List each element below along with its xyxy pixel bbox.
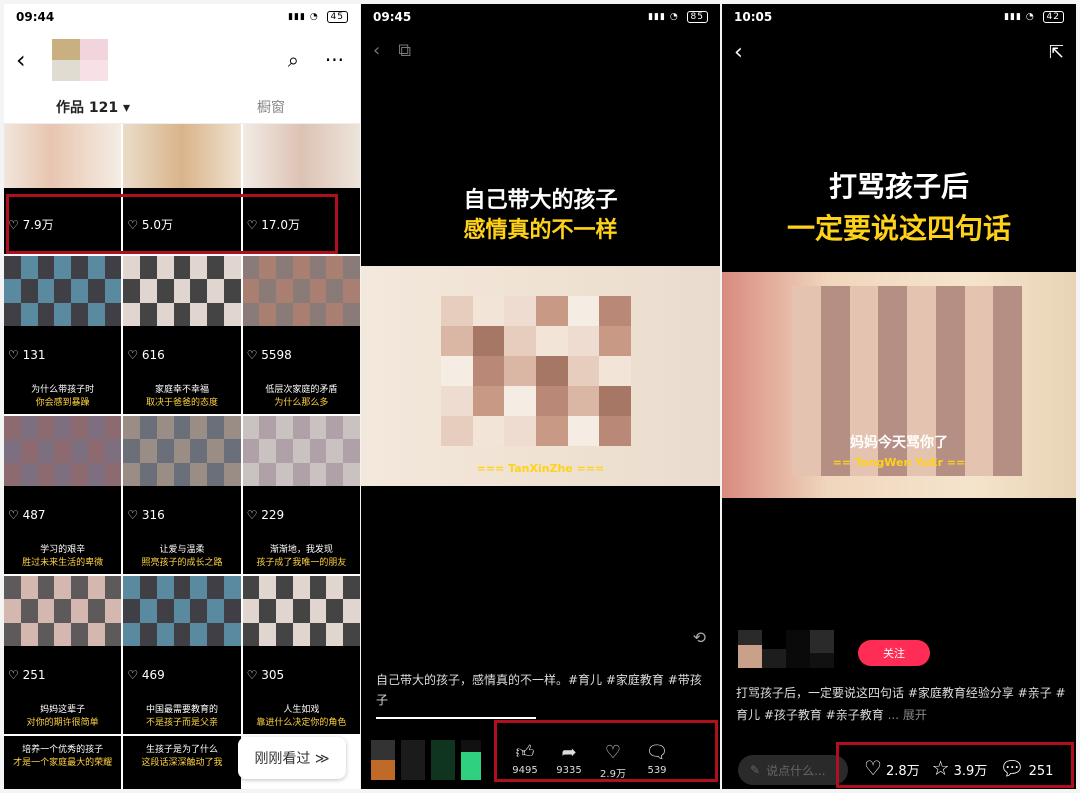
status-bar: 09:45 ▮▮▮ ◔ 85 — [361, 4, 720, 30]
video-tile[interactable]: 培养一个优秀的孩子 才是一个家庭最大的荣耀 — [4, 736, 122, 789]
author-avatar-blur[interactable] — [738, 630, 834, 668]
profile-screen: 09:44 ▮▮▮ ◔ 45 ‹ ⌕ ··· 作品 121 ▾ 橱窗 ♡ 7.9… — [4, 4, 360, 789]
tile-thumbnail — [123, 416, 241, 486]
status-bar: 10:05 ▮▮▮ ◔ 42 — [722, 4, 1076, 30]
tile-like-count: ♡ 487 — [8, 508, 46, 522]
tile-caption: 生孩子是为了什么 这段话深深触动了我 — [141, 745, 223, 768]
more-icon[interactable]: ··· — [325, 48, 344, 72]
video-frame[interactable]: 妈妈今天骂你了 == TongWen YuEr == — [722, 272, 1076, 498]
tile-caption: 让爱与温柔 照亮孩子的成长之路 — [141, 545, 223, 568]
video-headline: 打骂孩子后 一定要说这四句话 — [722, 166, 1076, 250]
tile-like-count: ♡ 229 — [246, 508, 285, 522]
highlight-box — [836, 742, 1074, 788]
status-bar: 09:44 ▮▮▮ ◔ 45 — [4, 4, 360, 30]
screenshot-collage: 09:44 ▮▮▮ ◔ 45 ‹ ⌕ ··· 作品 121 ▾ 橱窗 ♡ 7.9… — [0, 0, 1080, 793]
picture-in-picture-icon[interactable]: ⧉ — [398, 40, 411, 61]
tile-thumbnail — [242, 576, 360, 646]
video-tile[interactable]: ♡ 229 渐渐地，我发现 孩子成了我唯一的朋友 — [242, 416, 360, 574]
tile-caption: 为什么带孩子时 你会感到暴躁 — [31, 385, 95, 408]
tile-thumbnail — [242, 416, 360, 486]
back-arrow-icon[interactable]: ‹ — [16, 46, 46, 74]
tile-thumbnail — [242, 256, 360, 326]
comment-placeholder: 说点什么... — [766, 763, 826, 778]
video-screen-1: 09:45 ▮▮▮ ◔ 85 ‹ ⧉ 自己带大的孩子 感情真的不一样 === T… — [361, 4, 720, 789]
video-tile[interactable]: ♡ 487 学习的艰辛 胜过未来生活的卑微 — [4, 416, 122, 574]
headline-line-2: 一定要说这四句话 — [786, 212, 1011, 245]
back-arrow-icon[interactable]: ‹ — [734, 40, 743, 65]
headline-line-2: 感情真的不一样 — [463, 218, 618, 243]
tile-like-count: ♡ 616 — [127, 348, 165, 362]
video-tile[interactable]: ♡ 616 家庭幸不幸福 取决于爸爸的态度 — [123, 256, 241, 414]
tile-caption: 中国最需要教育的 不是孩子而是父亲 — [145, 705, 218, 728]
expand-link[interactable]: ... 展开 — [888, 708, 927, 722]
video-description: 打骂孩子后，一定要说这四句话 #家庭教育经验分享 #亲子 #育儿 #孩子教育 #… — [736, 682, 1066, 726]
status-time: 09:44 — [16, 10, 55, 24]
tile-like-count: ♡ 131 — [8, 348, 46, 362]
video-subtitle: 妈妈今天骂你了 — [850, 435, 948, 451]
tile-caption: 妈妈这辈子 对你的期许很简单 — [26, 705, 99, 728]
headline-line-1: 打骂孩子后 — [828, 170, 969, 203]
tile-thumbnail — [242, 124, 360, 188]
tile-thumbnail — [4, 576, 122, 646]
tile-like-count: ♡ 251 — [8, 668, 46, 682]
follow-button[interactable]: 关注 — [858, 640, 930, 666]
status-icons: ▮▮▮ ◔ 45 — [288, 11, 348, 23]
tile-like-count: ♡ 5598 — [246, 348, 292, 362]
tile-caption: 培养一个优秀的孩子 才是一个家庭最大的荣耀 — [13, 745, 113, 768]
tile-thumbnail — [123, 576, 241, 646]
video-tile[interactable]: ♡ 305 人生如戏 靠进什么决定你的角色 — [242, 576, 360, 734]
status-time: 09:45 — [373, 10, 412, 24]
tab-works[interactable]: 作品 121 ▾ — [4, 97, 182, 117]
progress-bar[interactable] — [376, 717, 536, 719]
profile-header: ‹ ⌕ ··· — [4, 30, 360, 90]
tile-thumbnail — [4, 256, 122, 326]
back-arrow-icon[interactable]: ‹ — [373, 40, 380, 61]
tile-thumbnail — [123, 124, 241, 188]
video-tile[interactable]: ♡ 251 妈妈这辈子 对你的期许很简单 — [4, 576, 122, 734]
comment-input[interactable]: ✎ 说点什么... — [738, 755, 848, 785]
avatar[interactable] — [52, 39, 108, 81]
tile-caption: 低层次家庭的矛盾 为什么那么多 — [265, 385, 338, 408]
battery-icon: 42 — [1042, 11, 1064, 23]
tab-showcase[interactable]: 橱窗 — [182, 97, 360, 117]
video-screen-2: 10:05 ▮▮▮ ◔ 42 ‹ ⇱ 打骂孩子后 一定要说这四句话 妈妈今天骂你… — [722, 4, 1076, 789]
tile-thumbnail — [4, 416, 122, 486]
video-watermark: == TongWen YuEr == — [832, 456, 966, 469]
share-out-icon[interactable]: ⇱ — [1049, 42, 1064, 63]
video-tile[interactable]: ♡ 469 中国最需要教育的 不是孩子而是父亲 — [123, 576, 241, 734]
headline-line-1: 自己带大的孩子 — [463, 188, 618, 213]
highlight-box — [6, 194, 338, 254]
tile-caption: 渐渐地，我发现 孩子成了我唯一的朋友 — [256, 545, 347, 568]
video-tile[interactable]: 生孩子是为了什么 这段话深深触动了我 — [123, 736, 241, 789]
tile-thumbnail — [123, 256, 241, 326]
tile-caption: 人生如戏 靠进什么决定你的角色 — [256, 705, 347, 728]
status-icons: ▮▮▮ ◔ 85 — [648, 11, 708, 23]
tile-caption: 家庭幸不幸福 取决于爸爸的态度 — [145, 385, 218, 408]
tile-caption: 学习的艰辛 胜过未来生活的卑微 — [22, 545, 104, 568]
highlight-box — [494, 720, 718, 782]
recently-viewed-button[interactable]: 刚刚看过 ≫ — [238, 737, 346, 779]
rotate-icon[interactable]: ⟲ — [693, 628, 706, 647]
profile-tabs: 作品 121 ▾ 橱窗 — [4, 90, 360, 124]
pencil-icon: ✎ — [750, 763, 761, 777]
tile-like-count: ♡ 305 — [246, 668, 285, 682]
tile-thumbnail — [4, 124, 122, 188]
status-time: 10:05 — [734, 10, 773, 24]
search-icon[interactable]: ⌕ — [288, 48, 299, 72]
video-tile[interactable]: ♡ 316 让爱与温柔 照亮孩子的成长之路 — [123, 416, 241, 574]
tile-like-count: ♡ 316 — [127, 508, 165, 522]
video-frame[interactable]: === TanXinZhe === — [361, 266, 720, 486]
video-tile[interactable]: ♡ 5598 低层次家庭的矛盾 为什么那么多 — [242, 256, 360, 414]
battery-icon: 45 — [326, 11, 348, 23]
video-headline: 自己带大的孩子 感情真的不一样 — [361, 186, 720, 246]
video-watermark: === TanXinZhe === — [476, 462, 605, 475]
battery-icon: 85 — [686, 11, 708, 23]
author-avatar-blur[interactable] — [371, 740, 481, 780]
video-description: 自己带大的孩子，感情真的不一样。#育儿 #家庭教育 #带孩子 — [376, 673, 702, 707]
tile-like-count: ♡ 469 — [127, 668, 165, 682]
status-icons: ▮▮▮ ◔ 42 — [1004, 11, 1064, 23]
video-tile[interactable]: ♡ 131 为什么带孩子时 你会感到暴躁 — [4, 256, 122, 414]
